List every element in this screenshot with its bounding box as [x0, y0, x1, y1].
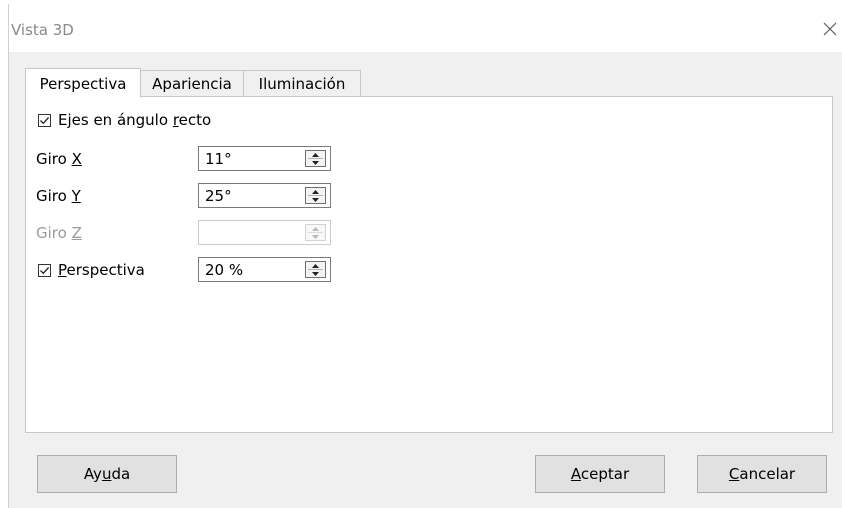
spin-up-button[interactable] — [306, 151, 325, 158]
spin-buttons — [305, 187, 326, 204]
right-angle-checkbox[interactable] — [38, 114, 51, 127]
help-button[interactable]: Ayuda — [37, 455, 177, 493]
title-bar: Vista 3D — [9, 4, 842, 52]
checkmark-icon — [40, 267, 50, 275]
triangle-up-icon — [312, 263, 319, 268]
triangle-up-icon — [312, 189, 319, 194]
close-button[interactable] — [817, 16, 842, 42]
close-icon — [823, 22, 837, 36]
spin-buttons — [305, 150, 326, 167]
triangle-up-icon — [312, 226, 319, 231]
rotation-z-label: Giro Z — [36, 224, 82, 242]
rotation-z-spinbox — [198, 220, 331, 245]
tab-label: Iluminación — [258, 75, 346, 93]
triangle-down-icon — [312, 234, 319, 239]
checkmark-icon — [40, 117, 50, 125]
tab-label: Perspectiva — [39, 74, 127, 93]
tab-apariencia[interactable]: Apariencia — [140, 70, 244, 97]
rotation-y-label: Giro Y — [36, 187, 81, 205]
rotation-x-spinbox[interactable]: 11° — [198, 146, 331, 171]
tab-iluminacion[interactable]: Iluminación — [243, 70, 361, 97]
dialog-vista-3d: Vista 3D Perspectiva Apariencia Iluminac… — [8, 4, 842, 508]
triangle-down-icon — [312, 271, 319, 276]
spin-buttons — [305, 261, 326, 278]
triangle-down-icon — [312, 160, 319, 165]
right-angle-label[interactable]: Ejes en ángulo recto — [58, 111, 211, 129]
help-button-label: Ayuda — [83, 465, 131, 483]
ok-button[interactable]: Aceptar — [535, 455, 665, 493]
tab-panel-perspectiva: Ejes en ángulo recto Giro X 11° Giro Y 2… — [25, 96, 833, 433]
cancel-button[interactable]: Cancelar — [697, 455, 827, 493]
spin-buttons — [305, 224, 326, 241]
tab-perspectiva[interactable]: Perspectiva — [25, 68, 141, 98]
spin-down-button[interactable] — [306, 270, 325, 277]
perspective-checkbox[interactable] — [38, 264, 51, 277]
spin-up-button[interactable] — [306, 262, 325, 269]
spin-up-button[interactable] — [306, 188, 325, 195]
rotation-y-spinbox[interactable]: 25° — [198, 183, 331, 208]
triangle-up-icon — [312, 152, 319, 157]
window-title: Vista 3D — [11, 21, 74, 39]
rotation-x-value[interactable]: 11° — [205, 150, 232, 168]
perspective-label[interactable]: Perspectiva — [58, 261, 145, 279]
cancel-button-label: Cancelar — [728, 465, 796, 483]
perspective-value[interactable]: 20 % — [205, 261, 243, 279]
triangle-down-icon — [312, 197, 319, 202]
rotation-x-label: Giro X — [36, 150, 82, 168]
spin-down-button — [306, 233, 325, 240]
ok-button-label: Aceptar — [570, 465, 630, 483]
rotation-y-value[interactable]: 25° — [205, 187, 232, 205]
spin-up-button — [306, 225, 325, 232]
perspective-spinbox[interactable]: 20 % — [198, 257, 331, 282]
spin-down-button[interactable] — [306, 196, 325, 203]
spin-down-button[interactable] — [306, 159, 325, 166]
tab-label: Apariencia — [152, 75, 232, 93]
